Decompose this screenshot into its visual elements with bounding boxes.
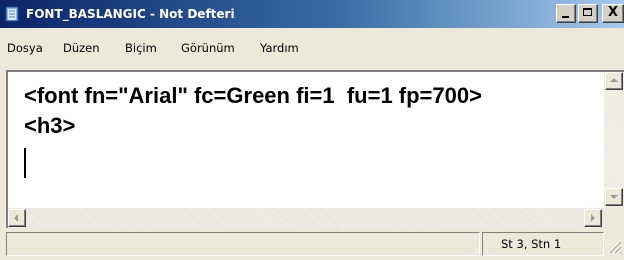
editor-line-2: <h3> — [24, 113, 76, 138]
maximize-icon — [583, 8, 592, 16]
editor: <font fn="Arial" fc=Green fi=1 fu=1 fp=7… — [6, 70, 624, 228]
resize-grip-icon[interactable] — [606, 238, 622, 254]
menu-edit[interactable]: Düzen — [63, 41, 100, 55]
menu-format[interactable]: Biçim — [125, 41, 157, 55]
status-panel-position: St 3, Stn 1 — [482, 232, 604, 256]
window-title: FONT_BASLANGIC - Not Defteri — [26, 7, 235, 21]
scroll-up-button[interactable] — [605, 72, 623, 90]
menu-bar: Dosya Düzen Biçim Görünüm Yardım — [0, 28, 624, 68]
title-bar[interactable]: FONT_BASLANGIC - Not Defteri X — [0, 0, 624, 28]
scroll-left-button[interactable] — [8, 209, 26, 227]
arrow-right-icon — [591, 214, 595, 222]
text-area[interactable]: <font fn="Arial" fc=Green fi=1 fu=1 fp=7… — [8, 72, 604, 210]
scrollbar-corner — [604, 208, 624, 228]
menu-file[interactable]: Dosya — [7, 41, 43, 55]
arrow-up-icon — [610, 78, 618, 82]
status-panel-main — [6, 232, 480, 256]
minimize-button[interactable] — [556, 4, 576, 23]
status-bar: St 3, Stn 1 — [6, 230, 624, 258]
arrow-left-icon — [14, 214, 18, 222]
horizontal-scrollbar[interactable] — [8, 208, 604, 228]
menu-view[interactable]: Görünüm — [181, 41, 235, 55]
editor-line-1: <font fn="Arial" fc=Green fi=1 fu=1 fp=7… — [24, 83, 482, 108]
close-icon: X — [607, 5, 619, 20]
text-caret — [24, 148, 26, 178]
maximize-button[interactable] — [578, 4, 598, 23]
vertical-scrollbar[interactable] — [604, 72, 624, 208]
arrow-down-icon — [610, 195, 618, 199]
notepad-window: FONT_BASLANGIC - Not Defteri X Dosya Düz… — [0, 0, 624, 260]
scroll-right-button[interactable] — [584, 209, 602, 227]
menu-help[interactable]: Yardım — [260, 41, 299, 55]
notepad-icon — [5, 6, 19, 22]
scroll-down-button[interactable] — [605, 188, 623, 206]
cursor-position: St 3, Stn 1 — [501, 237, 562, 251]
close-button[interactable]: X — [602, 4, 624, 23]
minimize-icon — [562, 16, 569, 18]
